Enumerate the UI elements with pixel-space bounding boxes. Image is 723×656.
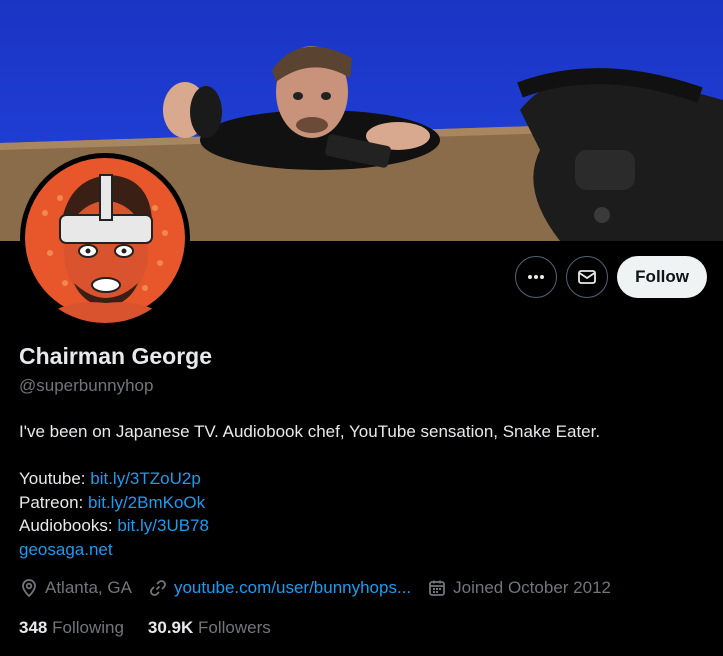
bio-patreon-line: Patreon: bit.ly/2BmKoOk: [19, 491, 600, 515]
website-item: youtube.com/user/bunnyhops...: [148, 578, 411, 598]
bio-audiobooks-label: Audiobooks:: [19, 516, 113, 535]
envelope-icon: [578, 270, 597, 284]
bio-spacer: [19, 444, 600, 468]
bio-patreon-link[interactable]: bit.ly/2BmKoOk: [88, 493, 205, 512]
joined-text: Joined October 2012: [453, 578, 611, 597]
message-button[interactable]: [566, 256, 609, 298]
bio-patreon-label: Patreon:: [19, 492, 84, 512]
display-name: Chairman George: [19, 343, 212, 369]
location-item: Atlanta, GA: [19, 578, 132, 598]
user-handle: @superbunnyhop: [19, 376, 154, 395]
bio-youtube-line: Youtube: bit.ly/3TZoU2p: [19, 467, 600, 491]
bio-youtube-link[interactable]: bit.ly/3TZoU2p: [90, 469, 201, 488]
bio-website-link[interactable]: geosaga.net: [19, 538, 600, 562]
follow-button[interactable]: Follow: [617, 256, 707, 298]
more-icon: [528, 275, 545, 279]
following-stat[interactable]: 348 Following: [19, 618, 124, 638]
profile-actions: Follow: [515, 256, 707, 298]
bio-text: I've been on Japanese TV. Audiobook chef…: [19, 422, 601, 441]
bio-youtube-label: Youtube:: [19, 469, 86, 488]
profile-bio: I've been on Japanese TV. Audiobook chef…: [19, 420, 600, 561]
joined-item: Joined October 2012: [427, 578, 611, 598]
profile-stats: 348 Following 30.9K Followers: [19, 618, 295, 638]
link-icon: [150, 580, 166, 596]
bio-audiobooks-link[interactable]: bit.ly/3UB78: [117, 516, 209, 535]
following-count: 348: [19, 618, 48, 637]
location-text: Atlanta, GA: [45, 578, 132, 597]
location-pin-icon: [22, 579, 36, 598]
followers-stat[interactable]: 30.9K Followers: [148, 618, 271, 638]
website-link[interactable]: youtube.com/user/bunnyhops...: [174, 578, 411, 598]
calendar-icon: [429, 580, 446, 596]
profile-meta: Atlanta, GA youtube.com/user/bunnyhops..…: [19, 578, 627, 598]
profile-avatar[interactable]: [20, 153, 190, 323]
followers-count: 30.9K: [147, 618, 194, 637]
avatar-image: [25, 158, 185, 323]
more-button[interactable]: [515, 256, 558, 298]
followers-label: Followers: [198, 618, 271, 637]
bio-audiobooks-line: Audiobooks: bit.ly/3UB78: [19, 514, 600, 538]
following-label: Following: [52, 618, 124, 637]
